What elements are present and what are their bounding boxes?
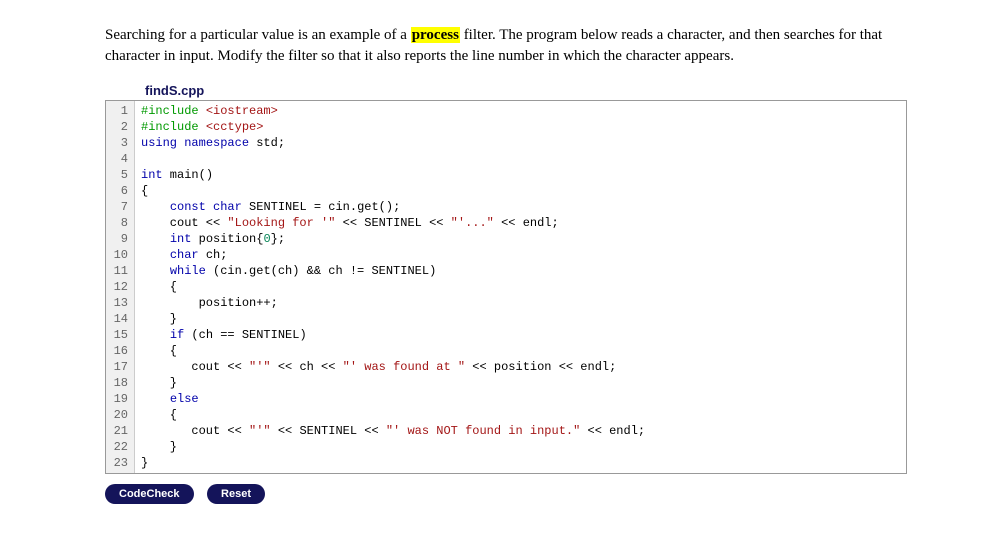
code-line[interactable] (141, 151, 900, 167)
line-number: 6 (110, 183, 128, 199)
line-number: 2 (110, 119, 128, 135)
code-line[interactable]: } (141, 439, 900, 455)
code-line[interactable]: { (141, 407, 900, 423)
code-text-area[interactable]: #include <iostream>#include <cctype>usin… (135, 101, 906, 473)
line-number: 14 (110, 311, 128, 327)
code-line[interactable]: #include <cctype> (141, 119, 900, 135)
line-number: 12 (110, 279, 128, 295)
code-line[interactable]: } (141, 375, 900, 391)
line-number: 21 (110, 423, 128, 439)
code-line[interactable]: { (141, 343, 900, 359)
code-line[interactable]: using namespace std; (141, 135, 900, 151)
code-line[interactable]: } (141, 455, 900, 471)
prose-part1: Searching for a particular value is an e… (105, 27, 411, 43)
line-number: 19 (110, 391, 128, 407)
code-line[interactable]: cout << "'" << ch << "' was found at " <… (141, 359, 900, 375)
line-number: 17 (110, 359, 128, 375)
line-number: 1 (110, 103, 128, 119)
code-line[interactable]: #include <iostream> (141, 103, 900, 119)
line-number: 8 (110, 215, 128, 231)
line-number: 11 (110, 263, 128, 279)
code-line[interactable]: int position{0}; (141, 231, 900, 247)
code-editor[interactable]: 1234567891011121314151617181920212223 #i… (105, 100, 907, 474)
button-row: CodeCheck Reset (105, 484, 985, 504)
code-line[interactable]: position++; (141, 295, 900, 311)
line-number: 4 (110, 151, 128, 167)
line-number: 23 (110, 455, 128, 471)
line-number: 18 (110, 375, 128, 391)
reset-button[interactable]: Reset (207, 484, 265, 504)
highlight-process: process (411, 27, 460, 43)
code-line[interactable]: { (141, 183, 900, 199)
line-number: 13 (110, 295, 128, 311)
line-number: 20 (110, 407, 128, 423)
line-number: 7 (110, 199, 128, 215)
code-line[interactable]: cout << "'" << SENTINEL << "' was NOT fo… (141, 423, 900, 439)
line-number: 16 (110, 343, 128, 359)
line-number-gutter: 1234567891011121314151617181920212223 (106, 101, 135, 473)
code-line[interactable]: char ch; (141, 247, 900, 263)
code-line[interactable]: } (141, 311, 900, 327)
line-number: 22 (110, 439, 128, 455)
line-number: 15 (110, 327, 128, 343)
filename-label: findS.cpp (145, 83, 985, 98)
line-number: 9 (110, 231, 128, 247)
line-number: 10 (110, 247, 128, 263)
code-line[interactable]: if (ch == SENTINEL) (141, 327, 900, 343)
line-number: 5 (110, 167, 128, 183)
code-line[interactable]: const char SENTINEL = cin.get(); (141, 199, 900, 215)
code-line[interactable]: int main() (141, 167, 900, 183)
code-line[interactable]: cout << "Looking for '" << SENTINEL << "… (141, 215, 900, 231)
problem-statement: Searching for a particular value is an e… (105, 25, 905, 67)
code-line[interactable]: while (cin.get(ch) && ch != SENTINEL) (141, 263, 900, 279)
codecheck-button[interactable]: CodeCheck (105, 484, 194, 504)
line-number: 3 (110, 135, 128, 151)
code-line[interactable]: { (141, 279, 900, 295)
code-line[interactable]: else (141, 391, 900, 407)
